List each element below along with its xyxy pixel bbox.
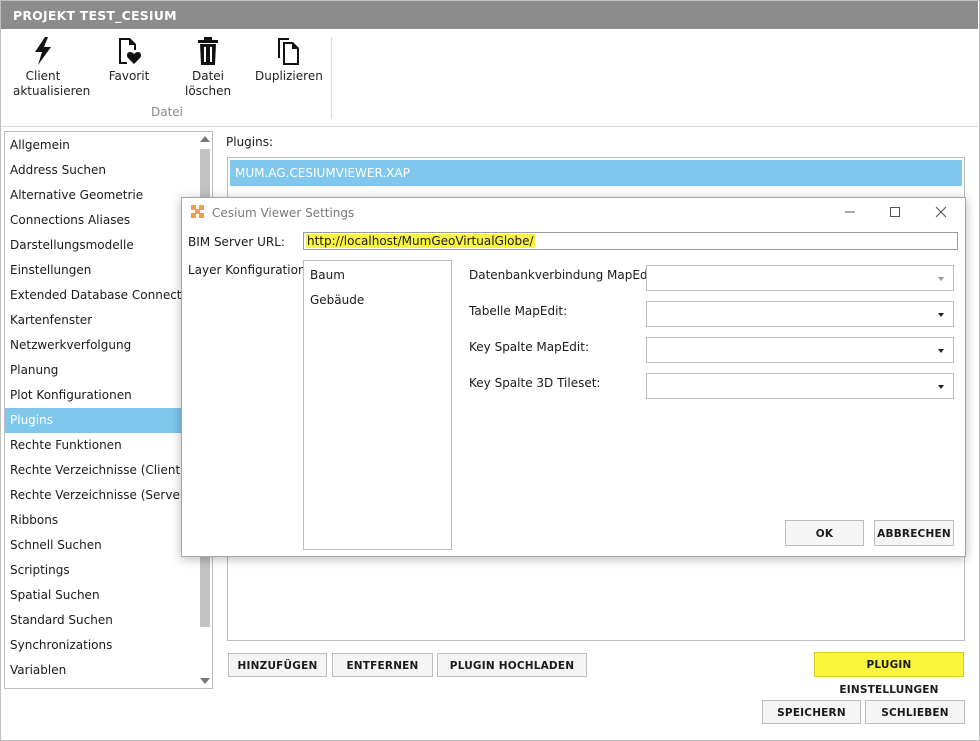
bim-server-url-value: http://localhost/MumGeoVirtualGlobe/ xyxy=(306,234,535,248)
chevron-down-icon xyxy=(938,313,944,317)
favorite-label: Favorit xyxy=(108,69,150,83)
cesium-settings-dialog: Cesium Viewer Settings BIM Server URL: h… xyxy=(181,197,966,557)
delete-file-label-2: löschen xyxy=(185,84,232,98)
sidebar-item-address-suchen[interactable]: Address Suchen xyxy=(5,158,187,183)
sidebar-item-einstellungen[interactable]: Einstellungen xyxy=(5,258,187,283)
dialog-titlebar: Cesium Viewer Settings xyxy=(182,198,965,227)
sidebar-item-darstellungsmodelle[interactable]: Darstellungsmodelle xyxy=(5,233,187,258)
scroll-down-icon[interactable] xyxy=(200,678,210,684)
scroll-up-icon[interactable] xyxy=(200,136,210,142)
db-connection-label: Datenbankverbindung MapEdit: xyxy=(469,268,660,282)
trash-icon xyxy=(198,37,218,65)
plugins-label: Plugins: xyxy=(226,135,274,149)
sidebar-item-schnell-suchen[interactable]: Schnell Suchen xyxy=(5,533,187,558)
sidebar-item-connections-aliases[interactable]: Connections Aliases xyxy=(5,208,187,233)
window-title: PROJEKT TEST_CESIUM xyxy=(13,8,177,23)
sidebar-item-plot-konfigurationen[interactable]: Plot Konfigurationen xyxy=(5,383,187,408)
key-column-mapedit-dropdown[interactable] xyxy=(646,337,954,363)
sidebar-item-scriptings[interactable]: Scriptings xyxy=(5,558,187,583)
sidebar-item-extended-database-connections[interactable]: Extended Database Connections xyxy=(5,283,206,308)
key-column-mapedit-label: Key Spalte MapEdit: xyxy=(469,340,589,354)
sidebar-item-plugins[interactable]: Plugins xyxy=(5,408,187,433)
layer-list[interactable]: Baum Gebäude xyxy=(303,260,452,550)
duplicate-icon xyxy=(278,38,299,65)
chevron-down-icon xyxy=(938,349,944,353)
save-button[interactable]: SPEICHERN xyxy=(762,700,861,724)
close-button[interactable]: SCHLIEBEN xyxy=(865,700,965,724)
favorite-button[interactable]: Favorit xyxy=(105,35,153,84)
ribbon-group-label: Datei xyxy=(151,105,184,119)
cancel-button[interactable]: ABBRECHEN xyxy=(874,520,954,546)
ribbon-separator xyxy=(331,37,332,119)
sidebar-item-rechte-verzeichnisse-server[interactable]: Rechte Verzeichnisse (Server) xyxy=(5,483,189,508)
sidebar-item-rechte-verzeichnisse-client[interactable]: Rechte Verzeichnisse (Client) xyxy=(5,458,187,483)
sidebar-item-planung[interactable]: Planung xyxy=(5,358,187,383)
chevron-down-icon xyxy=(938,277,944,281)
chevron-down-icon xyxy=(938,385,944,389)
layer-config-label: Layer Konfiguration: xyxy=(188,263,310,277)
sidebar-item-alternative-geometrie[interactable]: Alternative Geometrie xyxy=(5,183,187,208)
bim-server-label: BIM Server URL: xyxy=(188,235,285,249)
delete-file-button[interactable]: Datei löschen xyxy=(185,35,231,99)
key-column-tileset-dropdown[interactable] xyxy=(646,373,954,399)
table-mapedit-dropdown[interactable] xyxy=(646,301,954,327)
sidebar-item-allgemein[interactable]: Allgemein xyxy=(5,133,187,158)
minimize-icon[interactable] xyxy=(835,203,865,221)
add-plugin-button[interactable]: HINZUFÜGEN xyxy=(228,653,327,677)
remove-plugin-button[interactable]: ENTFERNEN xyxy=(332,653,433,677)
plugin-settings-button[interactable]: PLUGIN EINSTELLUNGEN xyxy=(814,652,964,696)
favorite-document-icon xyxy=(119,38,142,64)
ok-button[interactable]: OK xyxy=(785,520,864,546)
layer-item-baum[interactable]: Baum xyxy=(310,268,345,282)
sidebar-item-rechte-funktionen[interactable]: Rechte Funktionen xyxy=(5,433,187,458)
app-logo-icon xyxy=(191,205,204,218)
sidebar-item-standard-suchen[interactable]: Standard Suchen xyxy=(5,608,187,633)
upload-plugin-button[interactable]: PLUGIN HOCHLADEN xyxy=(437,653,587,677)
layer-item-gebaeude[interactable]: Gebäude xyxy=(310,293,364,307)
ribbon: Client aktualisieren Favorit Datei lösch… xyxy=(1,29,978,127)
duplicate-label: Duplizieren xyxy=(255,69,323,83)
client-refresh-label-1: Client xyxy=(25,69,61,83)
lightning-icon xyxy=(35,37,51,65)
sidebar-item-variablen[interactable]: Variablen xyxy=(5,658,187,683)
maximize-icon[interactable] xyxy=(880,203,910,221)
client-refresh-label-2: aktualisieren xyxy=(13,84,91,98)
window-titlebar: PROJEKT TEST_CESIUM xyxy=(1,1,978,29)
sidebar-item-spatial-suchen[interactable]: Spatial Suchen xyxy=(5,583,187,608)
plugin-item[interactable]: MUM.AG.CESIUMVIEWER.XAP xyxy=(230,160,962,186)
bim-server-url-input[interactable]: http://localhost/MumGeoVirtualGlobe/ xyxy=(303,232,958,250)
dialog-title: Cesium Viewer Settings xyxy=(212,206,355,220)
sidebar-item-kartenfenster[interactable]: Kartenfenster xyxy=(5,308,187,333)
table-mapedit-label: Tabelle MapEdit: xyxy=(469,304,568,318)
key-column-tileset-label: Key Spalte 3D Tileset: xyxy=(469,376,601,390)
duplicate-button[interactable]: Duplizieren xyxy=(255,35,323,84)
client-refresh-button[interactable]: Client aktualisieren xyxy=(13,35,91,99)
delete-file-label-1: Datei xyxy=(191,69,224,83)
sidebar-item-netzwerkverfolgung[interactable]: Netzwerkverfolgung xyxy=(5,333,187,358)
db-connection-dropdown[interactable] xyxy=(646,265,954,291)
sidebar-item-synchronizations[interactable]: Synchronizations xyxy=(5,633,187,658)
close-icon[interactable] xyxy=(926,203,956,221)
sidebar-item-ribbons[interactable]: Ribbons xyxy=(5,508,187,533)
